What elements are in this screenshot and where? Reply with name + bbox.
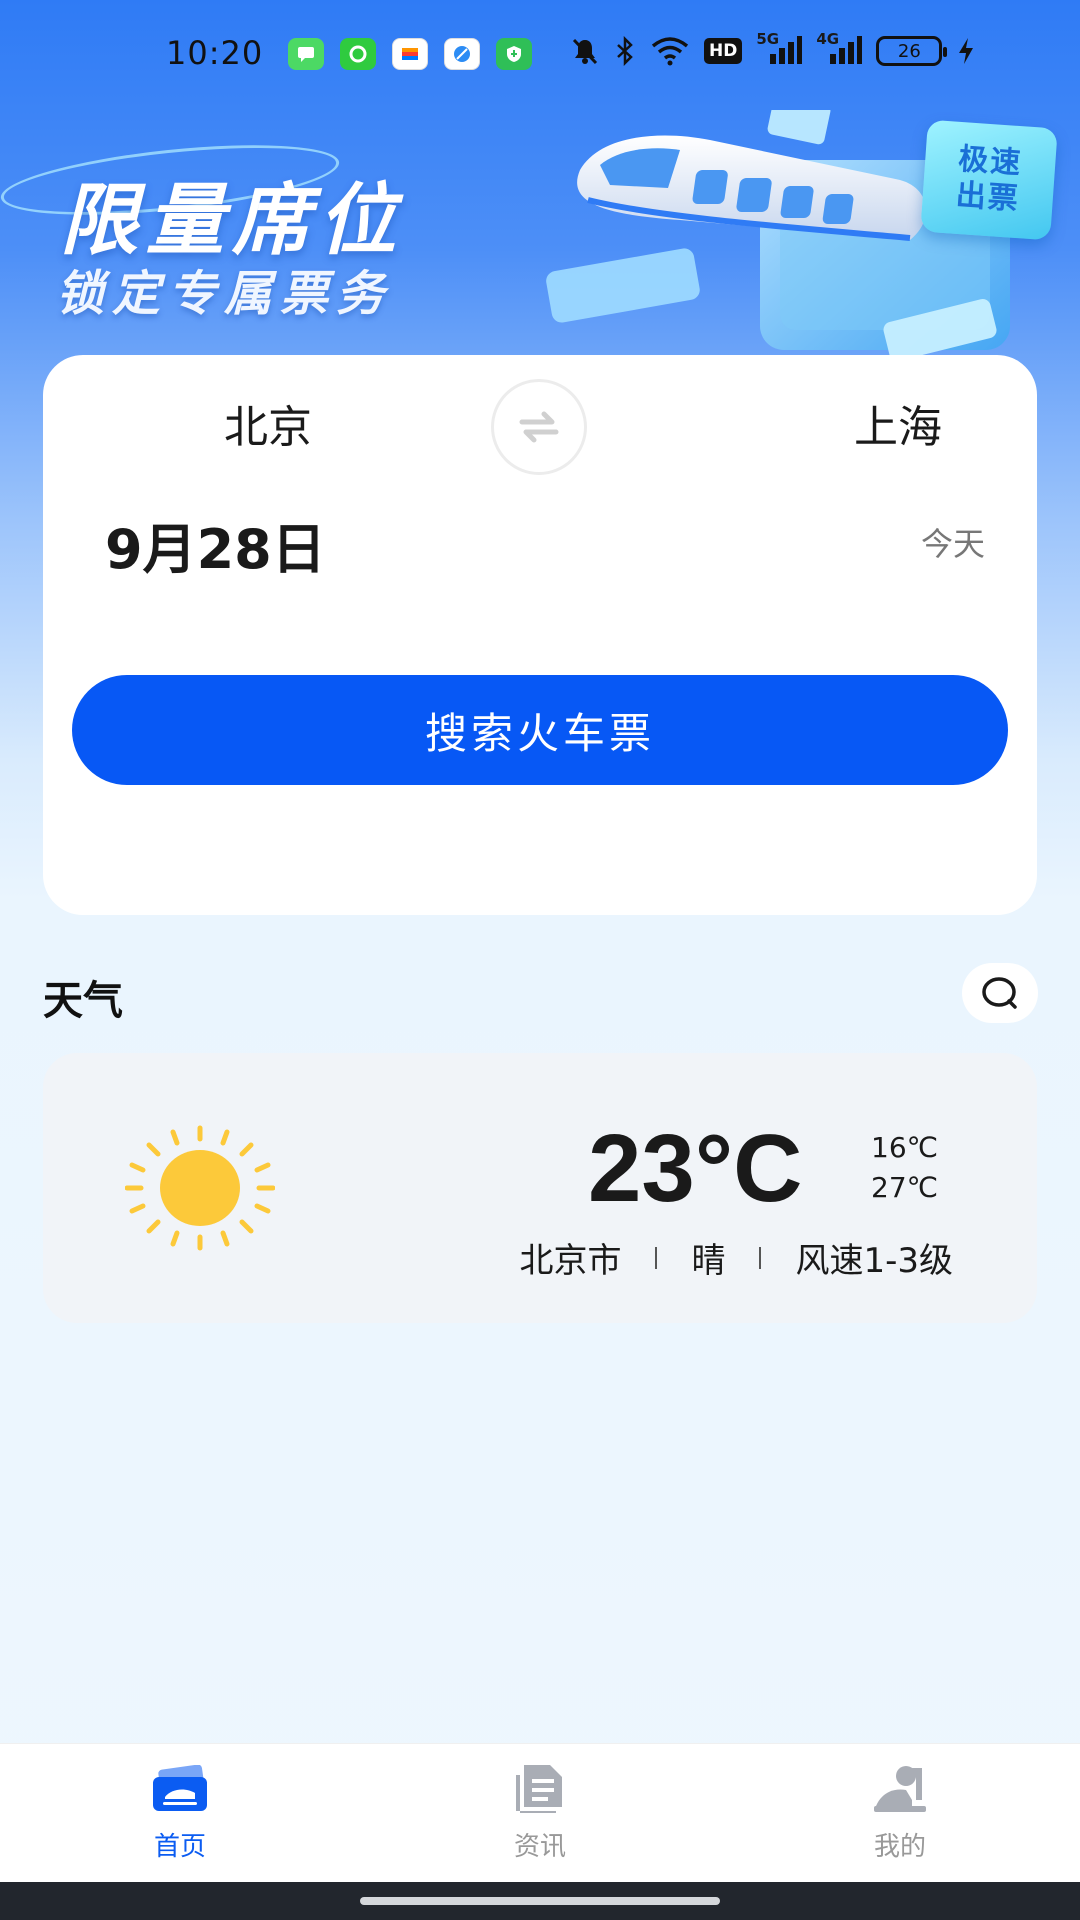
wind-speed: 风速1-3级 [795, 1241, 953, 1281]
ticket-search-card: 北京 上海 9月28日 今天 搜索火车票 [43, 355, 1037, 915]
tab-news-label: 资讯 [513, 1832, 566, 1862]
tab-home[interactable]: 首页 [0, 1744, 360, 1882]
swap-icon [519, 411, 559, 443]
weather-details: 北京市 晴 风速1-3级 [519, 1233, 953, 1282]
ticket-icon [150, 1762, 210, 1816]
tab-profile-label: 我的 [873, 1832, 926, 1862]
signal-5g-icon: 5G [756, 30, 803, 66]
divider [655, 1246, 658, 1269]
hd-icon: HD [704, 38, 743, 64]
weather-search-button[interactable] [962, 963, 1038, 1023]
promo-banner[interactable]: 限量席位 锁定专属票务 极速 出票 [0, 110, 1080, 360]
tab-home-label: 首页 [153, 1832, 206, 1862]
charging-icon [956, 36, 976, 66]
signal-4g-icon: 4G [816, 30, 863, 66]
divider [759, 1246, 762, 1269]
green-app-icon [340, 38, 376, 70]
news-icon [510, 1762, 570, 1816]
high-temperature: 27℃ [871, 1171, 939, 1204]
bottom-tab-bar: 首页 资讯 我的 [0, 1743, 1080, 1882]
status-bar: 10:20 HD 5G 4G 26 [0, 0, 1080, 110]
departure-city[interactable]: 北京 [173, 391, 363, 455]
tab-profile[interactable]: 我的 [720, 1744, 1080, 1882]
weather-city: 北京市 [519, 1241, 622, 1281]
signal-5g-label: 5G [756, 30, 780, 48]
system-icons: HD 5G 4G 26 [570, 30, 976, 66]
system-navigation-bar [0, 1882, 1080, 1920]
fast-ticket-badge: 极速 出票 [920, 119, 1058, 241]
security-icon [496, 38, 532, 70]
banner-subtitle: 锁定专属票务 [56, 266, 393, 322]
weather-card: 23°C 16℃ 27℃ 北京市 晴 风速1-3级 [43, 1053, 1037, 1323]
profile-icon [870, 1762, 930, 1816]
swap-cities-button[interactable] [491, 379, 587, 475]
badge-line1: 极速 [957, 141, 1024, 182]
arrival-city[interactable]: 上海 [803, 391, 993, 455]
current-temperature: 23°C [588, 1115, 803, 1222]
home-indicator[interactable] [360, 1897, 720, 1905]
search-icon [982, 977, 1017, 1009]
mute-icon [570, 36, 600, 66]
tab-news[interactable]: 资讯 [360, 1744, 720, 1882]
departure-date[interactable]: 9月28日 [105, 505, 326, 584]
weather-condition: 晴 [691, 1241, 726, 1281]
wallet-icon [392, 38, 428, 70]
messages-icon [288, 38, 324, 70]
bluetooth-icon [614, 36, 636, 66]
weather-heading: 天气 [43, 978, 123, 1024]
badge-line2: 出票 [954, 177, 1021, 218]
wifi-icon [650, 36, 690, 66]
date-today-label: 今天 [920, 525, 985, 563]
sun-icon [125, 1125, 275, 1251]
notification-icons [288, 38, 532, 70]
battery-indicator: 26 [876, 36, 948, 66]
search-trains-button[interactable]: 搜索火车票 [72, 675, 1008, 785]
browser-icon [444, 38, 480, 70]
status-time: 10:20 [166, 34, 264, 72]
low-temperature: 16℃ [871, 1131, 939, 1164]
signal-4g-label: 4G [816, 30, 840, 48]
